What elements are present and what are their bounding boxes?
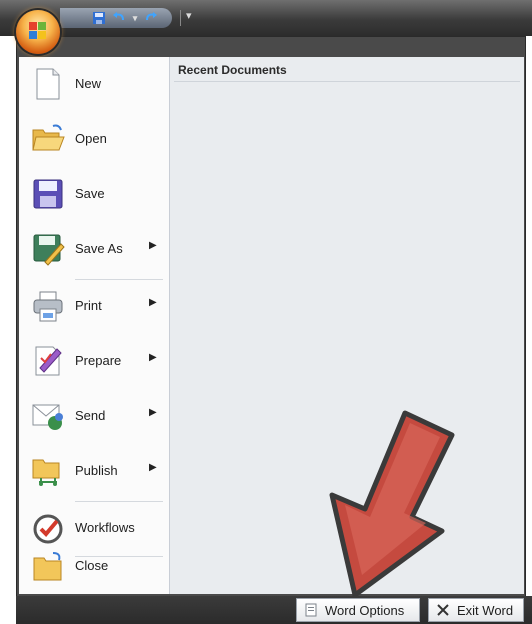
menu-item-save-as-label: Save As [75,241,123,256]
pointer-arrow-icon [329,410,455,598]
menu-item-close[interactable]: Close [19,539,169,594]
menu-item-workflows-label: Workflows [75,520,135,535]
redo-icon[interactable] [144,11,158,25]
menu-item-save-as[interactable]: Save As ▶ [19,222,169,277]
word-window: ▾ ▾ New Open Save Save As ▶ Print ▶ Prep… [0,0,532,624]
menu-item-send[interactable]: Send ▶ [19,389,169,444]
menu-item-print[interactable]: Print ▶ [19,279,169,334]
save-as-icon [31,232,65,266]
undo-icon[interactable] [112,11,126,25]
menu-item-save[interactable]: Save [19,167,169,222]
menu-item-publish-label: Publish [75,463,118,478]
prepare-icon [31,344,65,378]
menu-item-close-label: Close [75,558,109,573]
recent-documents-title: Recent Documents [178,63,287,77]
recent-documents-divider [174,81,520,82]
undo-dropdown-icon[interactable]: ▾ [128,11,142,25]
save-disk-icon [31,177,65,211]
office-logo-icon [29,22,47,40]
menu-item-print-label: Print [75,298,102,313]
save-icon[interactable] [92,11,106,25]
new-document-icon [31,67,65,101]
quick-access-toolbar: ▾ [60,8,172,28]
submenu-arrow-icon: ▶ [149,297,157,308]
customize-qat-icon[interactable]: ▾ [186,9,192,22]
menu-item-open[interactable]: Open [19,112,169,167]
submenu-arrow-icon: ▶ [149,240,157,251]
submenu-arrow-icon: ▶ [149,462,157,473]
menu-item-prepare-label: Prepare [75,353,122,368]
office-menu-commands: New Open Save Save As ▶ Print ▶ Prepare … [19,57,170,594]
menu-item-save-label: Save [75,186,105,201]
submenu-arrow-icon: ▶ [149,352,157,363]
menu-item-new-label: New [75,76,102,91]
menu-item-publish[interactable]: Publish ▶ [19,444,169,499]
word-options-icon [303,602,319,618]
menu-item-prepare[interactable]: Prepare ▶ [19,334,169,389]
menu-item-send-label: Send [75,408,106,423]
send-icon [31,399,65,433]
printer-icon [31,289,65,323]
qat-separator [180,10,181,26]
submenu-arrow-icon: ▶ [149,407,157,418]
open-folder-icon [31,122,65,156]
office-button[interactable] [16,10,60,54]
close-folder-icon [31,549,65,583]
menu-item-open-label: Open [75,131,107,146]
publish-icon [31,454,65,488]
menu-item-new[interactable]: New [19,57,169,112]
